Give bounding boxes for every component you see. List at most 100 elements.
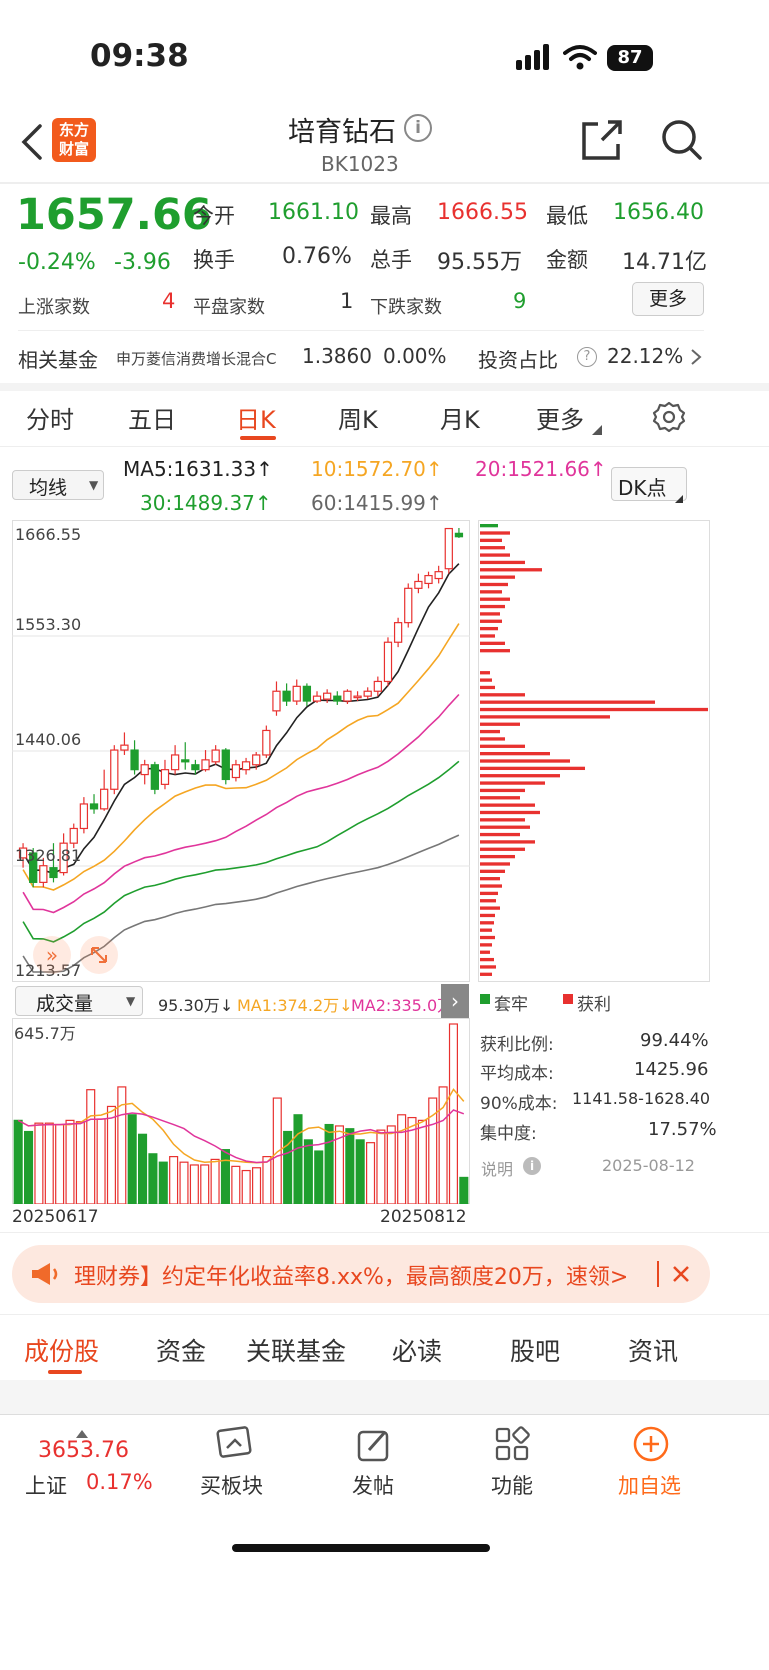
volume-bar bbox=[55, 1123, 65, 1204]
chip-bar bbox=[480, 891, 498, 896]
candle-body bbox=[383, 641, 393, 683]
candle-body bbox=[140, 764, 149, 776]
functions-label[interactable]: 功能 bbox=[491, 1470, 533, 1500]
tab-forum[interactable]: 股吧 bbox=[510, 1332, 560, 1368]
back-icon[interactable] bbox=[14, 120, 50, 164]
index-value[interactable]: 3653.76 bbox=[38, 1438, 129, 1463]
ma30-value: 30:1489.37↑ bbox=[140, 491, 272, 515]
volume-bar bbox=[44, 1122, 54, 1204]
section-gap bbox=[0, 383, 769, 391]
tab-funds[interactable]: 资金 bbox=[156, 1332, 206, 1368]
volume-bar bbox=[303, 1139, 313, 1204]
chip-bar bbox=[480, 612, 500, 616]
volume-current: 95.30万↓ bbox=[158, 996, 234, 1015]
chip-bar bbox=[480, 869, 505, 873]
info-icon[interactable]: i bbox=[404, 114, 432, 142]
up-count: 4 bbox=[162, 289, 176, 313]
volume-bar bbox=[158, 1161, 168, 1204]
avg-cost-label: 平均成本: bbox=[480, 1064, 554, 1084]
close-icon[interactable] bbox=[670, 1263, 692, 1285]
candle-body bbox=[302, 685, 312, 702]
fund-name[interactable]: 申万菱信消费增长混合C bbox=[116, 348, 276, 369]
invest-ratio-label: 投资占比 bbox=[478, 348, 558, 372]
add-watchlist-icon[interactable] bbox=[632, 1425, 670, 1463]
volume-max-label: 645.7万 bbox=[14, 1024, 76, 1043]
open-value: 1661.10 bbox=[268, 200, 359, 225]
candle-body bbox=[130, 749, 139, 771]
note-label[interactable]: 说明 bbox=[481, 1156, 513, 1180]
tab-constituents[interactable]: 成份股 bbox=[24, 1332, 99, 1368]
cost90: 1141.58-1628.40 bbox=[572, 1089, 711, 1108]
more-button[interactable]: 更多 bbox=[632, 282, 704, 316]
chip-bar bbox=[480, 575, 515, 579]
divider bbox=[0, 1414, 769, 1415]
caret-down-icon bbox=[592, 420, 602, 435]
volume-bar bbox=[324, 1123, 334, 1204]
info-icon[interactable]: i bbox=[523, 1157, 541, 1175]
tab-intraday[interactable]: 分时 bbox=[26, 400, 74, 435]
post-icon[interactable] bbox=[355, 1426, 393, 1464]
candle-body bbox=[363, 690, 372, 697]
candle-body bbox=[252, 754, 261, 766]
tab-monthly-k[interactable]: 月K bbox=[440, 400, 480, 435]
tab-related-funds[interactable]: 关联基金 bbox=[246, 1332, 346, 1368]
home-indicator bbox=[232, 1544, 490, 1552]
chip-bar bbox=[480, 582, 508, 587]
volume-bar bbox=[13, 1119, 23, 1204]
battery-level: 87 bbox=[617, 47, 643, 68]
tab-daily-k[interactable]: 日K bbox=[236, 400, 276, 435]
candle-body bbox=[241, 761, 251, 771]
volume-ma1: MA1:374.2万↓ bbox=[237, 996, 353, 1015]
volume-bar bbox=[262, 1156, 272, 1204]
tab-five-day[interactable]: 五日 bbox=[128, 400, 176, 435]
collapse-panel-button[interactable]: › bbox=[441, 984, 469, 1018]
tab-news[interactable]: 资讯 bbox=[628, 1332, 678, 1368]
volume-bar bbox=[200, 1164, 210, 1204]
volume-bar bbox=[314, 1150, 324, 1204]
price: 1657.66 bbox=[16, 190, 212, 240]
chevron-right-icon[interactable] bbox=[689, 347, 703, 367]
dropdown-icon: ▼ bbox=[89, 478, 99, 492]
amount-value: 14.71亿 bbox=[622, 250, 707, 275]
post-label[interactable]: 发帖 bbox=[352, 1470, 394, 1500]
chip-bar bbox=[480, 737, 505, 741]
tab-more[interactable]: 更多 bbox=[536, 400, 584, 435]
chip-bar bbox=[480, 950, 490, 954]
volume-selector[interactable]: 成交量 ▼ bbox=[15, 986, 143, 1016]
candle-body bbox=[353, 695, 362, 699]
high-value: 1666.55 bbox=[437, 200, 528, 225]
promo-banner[interactable]: 理财券】约定年化收益率8.xx%，最高额度20万，速领> bbox=[12, 1245, 710, 1303]
candle-body bbox=[191, 764, 200, 771]
chip-bar bbox=[480, 935, 495, 940]
low-label: 最低 bbox=[546, 204, 588, 228]
add-watchlist-label[interactable]: 加自选 bbox=[618, 1470, 681, 1500]
candle-body bbox=[110, 749, 119, 790]
chip-bar bbox=[480, 877, 500, 881]
tab-weekly-k[interactable]: 周K bbox=[338, 400, 378, 435]
chip-bar bbox=[480, 590, 502, 594]
dk-point-button[interactable]: DK点 bbox=[611, 467, 687, 503]
volume-chart[interactable] bbox=[12, 1018, 470, 1204]
candle-body bbox=[424, 574, 433, 585]
candlestick-chart[interactable] bbox=[12, 520, 470, 982]
ma-selector[interactable]: 均线 ▼ bbox=[12, 470, 104, 500]
share-icon[interactable] bbox=[580, 118, 624, 162]
legend-swatch-trapped bbox=[480, 994, 490, 1004]
chip-bar bbox=[480, 972, 492, 976]
cellular-signal-icon bbox=[516, 44, 552, 70]
expand-icon[interactable] bbox=[80, 936, 118, 974]
functions-icon[interactable] bbox=[494, 1426, 530, 1462]
buy-sector-label[interactable]: 买板块 bbox=[200, 1470, 263, 1500]
search-icon[interactable] bbox=[660, 118, 704, 162]
caret-up-icon[interactable] bbox=[76, 1423, 88, 1438]
help-icon[interactable]: ? bbox=[577, 347, 597, 367]
tab-must-read[interactable]: 必读 bbox=[392, 1332, 442, 1368]
buy-sector-icon[interactable] bbox=[213, 1426, 255, 1464]
page-title: 培育钻石 bbox=[288, 117, 396, 148]
chip-bar bbox=[480, 597, 510, 601]
fast-forward-icon[interactable]: » bbox=[33, 936, 71, 974]
chip-bar bbox=[480, 641, 505, 645]
avg-cost: 1425.96 bbox=[634, 1059, 709, 1080]
settings-icon[interactable] bbox=[652, 400, 686, 434]
chip-bar bbox=[480, 854, 515, 859]
